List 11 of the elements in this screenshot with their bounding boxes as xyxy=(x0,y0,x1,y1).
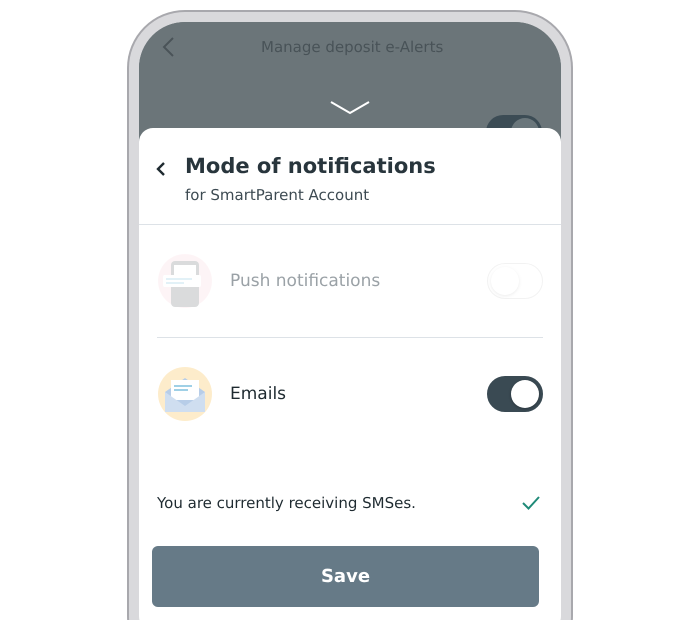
option-label: Emails xyxy=(230,384,288,404)
toggle-switch[interactable] xyxy=(487,376,543,412)
sheet-title: Mode of notifications xyxy=(185,154,436,178)
status-message: You are currently receiving SMSes. xyxy=(157,494,416,512)
collapse-chevron-icon[interactable] xyxy=(329,100,371,116)
envelope-icon xyxy=(157,366,213,422)
phone-notification-icon xyxy=(157,253,213,309)
save-button[interactable]: Save xyxy=(152,546,539,607)
option-label: Push notifications xyxy=(230,271,382,291)
back-icon[interactable] xyxy=(156,161,166,177)
sheet-subtitle: for SmartParent Account xyxy=(185,186,370,204)
